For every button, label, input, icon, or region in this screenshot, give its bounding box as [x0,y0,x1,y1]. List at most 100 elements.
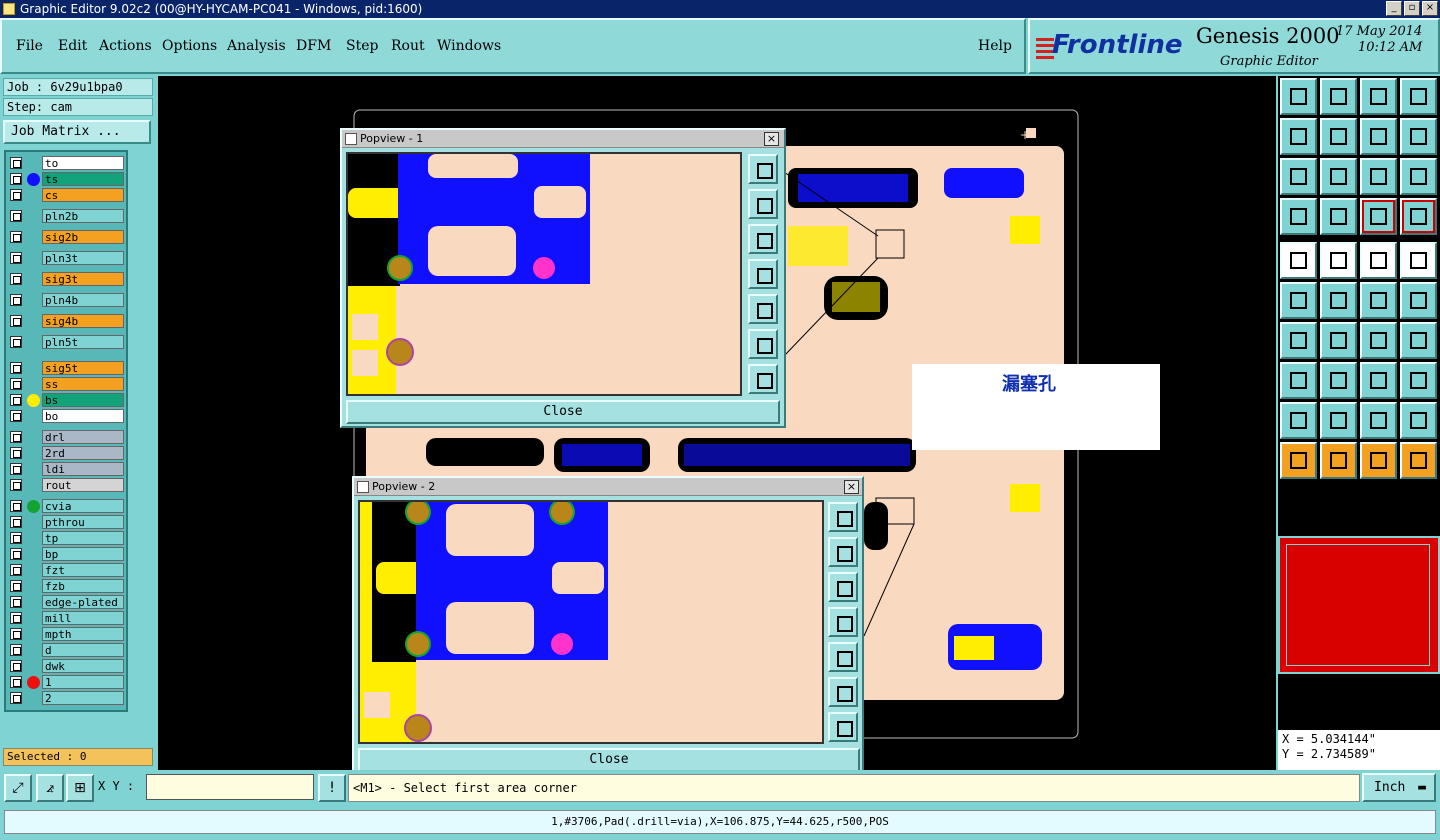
popview-1-close-icon[interactable]: × [764,132,779,146]
layer-row[interactable]: fzt [10,563,124,577]
layer-checkbox[interactable] [10,692,22,704]
snap-icon[interactable]: ⤢ [4,774,32,802]
layers-red-icon[interactable] [1400,198,1437,235]
layer-row[interactable]: 2 [10,691,124,705]
menu-step[interactable]: Step [346,38,378,54]
popview-2-close-icon[interactable]: × [844,480,859,494]
layer-row[interactable]: sig2b [10,230,124,244]
grid-icon[interactable]: ⊞ [66,774,94,802]
xy-input[interactable] [146,774,314,800]
layer-row[interactable]: pthrou [10,515,124,529]
popview-zoom-out-button[interactable] [748,364,778,394]
unit-selector[interactable]: Inch ▬ [1362,773,1436,802]
layer-checkbox[interactable] [10,516,22,528]
popview-pan-right-button[interactable] [748,294,778,324]
popview-pan-right-button[interactable] [828,642,858,672]
popview-2-view[interactable] [358,500,824,744]
triangle-icon[interactable] [1280,402,1317,439]
overview-minimap[interactable] [1278,536,1440,674]
layer-checkbox[interactable] [10,410,22,422]
layer-row[interactable]: d [10,643,124,657]
text-icon[interactable] [1400,322,1437,359]
maximize-button[interactable]: ▫ [1404,1,1420,16]
feature-add-icon[interactable] [1280,242,1317,279]
popview-1-close-button[interactable]: Close [346,400,780,424]
menu-help[interactable]: Help [978,38,1012,54]
layer-row[interactable]: ss [10,377,124,391]
layer-checkbox[interactable] [10,500,22,512]
triangle-cross-icon[interactable] [1400,402,1437,439]
group-icon[interactable] [1400,362,1437,399]
popview-zoom-in-button[interactable] [828,677,858,707]
layer-checkbox[interactable] [10,157,22,169]
move-down-icon[interactable] [1320,78,1357,115]
redo-icon[interactable] [1400,118,1437,155]
route-icon[interactable] [1360,282,1397,319]
popview-pan-down-button[interactable] [748,224,778,254]
layer-checkbox[interactable] [10,210,22,222]
layer-checkbox[interactable] [10,596,22,608]
layer-checkbox[interactable] [10,532,22,544]
ratio-icon[interactable] [1360,158,1397,195]
popview-zoom-in-button[interactable] [748,329,778,359]
layer-row[interactable]: dwk [10,659,124,673]
cross-icon[interactable] [1320,282,1357,319]
arc-icon[interactable] [1360,322,1397,359]
layer-row[interactable]: 2rd [10,446,124,460]
layer-row[interactable]: mpth [10,627,124,641]
layer-checkbox[interactable] [10,612,22,624]
layer-row[interactable]: to [10,156,124,170]
move-left-icon[interactable] [1280,118,1317,155]
select-box-icon[interactable] [1320,442,1357,479]
layers-toggle-icon[interactable] [1360,198,1397,235]
layer-row[interactable]: cvia [10,499,124,513]
center-icon[interactable] [1320,158,1357,195]
menu-windows[interactable]: Windows [437,38,501,54]
layer-checkbox[interactable] [10,548,22,560]
grid-toggle-icon[interactable] [1320,198,1357,235]
layer-row[interactable]: pln5t [10,335,124,349]
cursor-icon[interactable] [1280,442,1317,479]
layer-row[interactable]: edge-plated [10,595,124,609]
layer-checkbox[interactable] [10,628,22,640]
help-icon[interactable] [1400,158,1437,195]
popview-pan-left-button[interactable] [828,607,858,637]
layer-checkbox[interactable] [10,394,22,406]
connect-icon[interactable] [1280,282,1317,319]
layer-checkbox[interactable] [10,315,22,327]
layer-row[interactable]: sig4b [10,314,124,328]
fit-screen-icon[interactable] [1280,158,1317,195]
layer-row[interactable]: ldi [10,462,124,476]
layer-row[interactable]: pln3t [10,251,124,265]
minimize-button[interactable]: _ [1386,1,1402,16]
layer-checkbox[interactable] [10,660,22,672]
job-matrix-button[interactable]: Job Matrix ... [3,120,151,144]
route-red-icon[interactable] [1400,282,1437,319]
layer-row[interactable]: 1 [10,675,124,689]
layer-row[interactable]: sig5t [10,361,124,375]
layer-row[interactable]: ts [10,172,124,186]
layer-row[interactable]: tp [10,531,124,545]
layer-checkbox[interactable] [10,231,22,243]
popview-zoom-fit-button[interactable] [748,154,778,184]
snap-point-icon[interactable] [1400,442,1437,479]
menu-options[interactable]: Options [162,38,217,54]
popview-zoom-fit-button[interactable] [828,502,858,532]
layer-row[interactable]: mill [10,611,124,625]
move-right-icon[interactable] [1320,118,1357,155]
popview-pan-up-button[interactable] [828,537,858,567]
layer-checkbox[interactable] [10,580,22,592]
layer-checkbox[interactable] [10,644,22,656]
layer-checkbox[interactable] [10,252,22,264]
popview-pan-up-button[interactable] [748,189,778,219]
layer-row[interactable]: sig3t [10,272,124,286]
menu-rout[interactable]: Rout [391,38,425,54]
layer-checkbox[interactable] [10,564,22,576]
layer-row[interactable]: pln4b [10,293,124,307]
layer-row[interactable]: rout [10,478,124,492]
menu-edit[interactable]: Edit [58,38,87,54]
menu-dfm[interactable]: DFM [296,38,331,54]
minus-icon[interactable] [1320,362,1357,399]
tools-icon[interactable] [1280,198,1317,235]
layer-checkbox[interactable] [10,362,22,374]
